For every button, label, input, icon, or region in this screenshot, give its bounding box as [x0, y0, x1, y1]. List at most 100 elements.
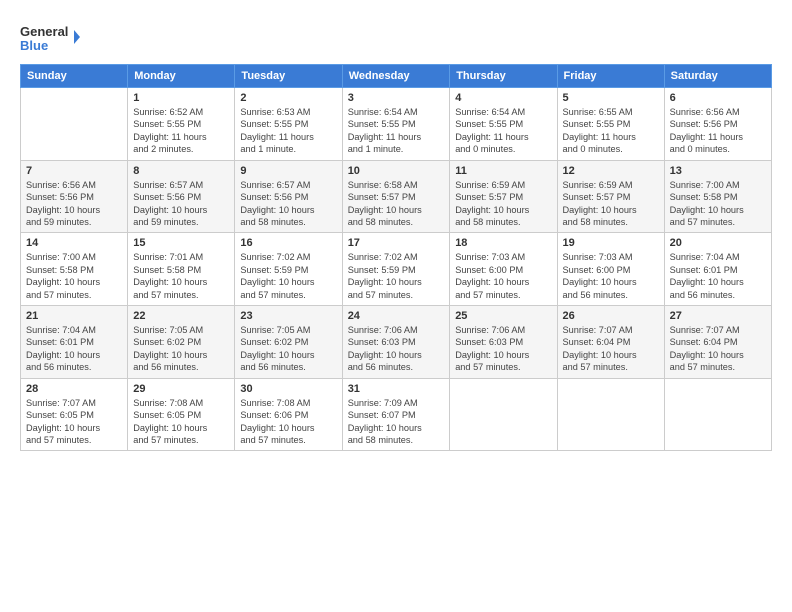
day-info: Sunrise: 7:07 AM Sunset: 6:04 PM Dayligh…	[563, 324, 659, 374]
day-info: Sunrise: 6:57 AM Sunset: 5:56 PM Dayligh…	[133, 179, 229, 229]
calendar-cell: 17 Sunrise: 7:02 AM Sunset: 5:59 PM Dayli…	[342, 233, 450, 306]
day-number: 4	[455, 92, 551, 104]
day-info: Sunrise: 6:54 AM Sunset: 5:55 PM Dayligh…	[348, 106, 445, 156]
page-header: General Blue	[20, 16, 772, 60]
calendar-cell: 14 Sunrise: 7:00 AM Sunset: 5:58 PM Dayli…	[21, 233, 128, 306]
day-info: Sunrise: 7:02 AM Sunset: 5:59 PM Dayligh…	[240, 251, 336, 301]
calendar-cell: 19 Sunrise: 7:03 AM Sunset: 6:00 PM Dayli…	[557, 233, 664, 306]
day-info: Sunrise: 7:02 AM Sunset: 5:59 PM Dayligh…	[348, 251, 445, 301]
day-number: 9	[240, 165, 336, 177]
day-number: 20	[670, 237, 766, 249]
calendar-cell: 7 Sunrise: 6:56 AM Sunset: 5:56 PM Daylig…	[21, 160, 128, 233]
day-number: 27	[670, 310, 766, 322]
day-number: 29	[133, 383, 229, 395]
calendar-cell: 20 Sunrise: 7:04 AM Sunset: 6:01 PM Dayli…	[664, 233, 771, 306]
day-info: Sunrise: 6:59 AM Sunset: 5:57 PM Dayligh…	[455, 179, 551, 229]
day-info: Sunrise: 7:07 AM Sunset: 6:04 PM Dayligh…	[670, 324, 766, 374]
weekday-header: Tuesday	[235, 65, 342, 88]
day-number: 13	[670, 165, 766, 177]
calendar-cell: 8 Sunrise: 6:57 AM Sunset: 5:56 PM Daylig…	[128, 160, 235, 233]
calendar-cell: 13 Sunrise: 7:00 AM Sunset: 5:58 PM Dayli…	[664, 160, 771, 233]
calendar-cell: 22 Sunrise: 7:05 AM Sunset: 6:02 PM Dayli…	[128, 306, 235, 379]
day-number: 15	[133, 237, 229, 249]
calendar-cell: 1 Sunrise: 6:52 AM Sunset: 5:55 PM Daylig…	[128, 88, 235, 161]
calendar-cell: 30 Sunrise: 7:08 AM Sunset: 6:06 PM Dayli…	[235, 378, 342, 451]
day-number: 6	[670, 92, 766, 104]
calendar-cell: 23Sunrise: 7:05 AM Sunset: 6:02 PM Dayli…	[235, 306, 342, 379]
logo: General Blue	[20, 20, 80, 60]
day-info: Sunrise: 6:56 AM Sunset: 5:56 PM Dayligh…	[670, 106, 766, 156]
calendar-cell: 10 Sunrise: 6:58 AM Sunset: 5:57 PM Dayli…	[342, 160, 450, 233]
day-number: 25	[455, 310, 551, 322]
day-number: 22	[133, 310, 229, 322]
svg-text:Blue: Blue	[20, 38, 48, 53]
day-info: Sunrise: 7:00 AM Sunset: 5:58 PM Dayligh…	[670, 179, 766, 229]
day-info: Sunrise: 7:01 AM Sunset: 5:58 PM Dayligh…	[133, 251, 229, 301]
day-info: Sunrise: 7:08 AM Sunset: 6:05 PM Dayligh…	[133, 397, 229, 447]
calendar-cell: 3Sunrise: 6:54 AM Sunset: 5:55 PM Daylig…	[342, 88, 450, 161]
weekday-header: Sunday	[21, 65, 128, 88]
day-info: Sunrise: 7:03 AM Sunset: 6:00 PM Dayligh…	[563, 251, 659, 301]
day-number: 2	[240, 92, 336, 104]
day-number: 7	[26, 165, 122, 177]
day-info: Sunrise: 7:07 AM Sunset: 6:05 PM Dayligh…	[26, 397, 122, 447]
day-info: Sunrise: 7:08 AM Sunset: 6:06 PM Dayligh…	[240, 397, 336, 447]
calendar-cell: 29 Sunrise: 7:08 AM Sunset: 6:05 PM Dayli…	[128, 378, 235, 451]
calendar-cell: 9 Sunrise: 6:57 AM Sunset: 5:56 PM Daylig…	[235, 160, 342, 233]
calendar-cell	[21, 88, 128, 161]
day-info: Sunrise: 6:56 AM Sunset: 5:56 PM Dayligh…	[26, 179, 122, 229]
day-info: Sunrise: 7:05 AM Sunset: 6:02 PM Dayligh…	[240, 324, 336, 374]
calendar-cell: 5 Sunrise: 6:55 AM Sunset: 5:55 PM Daylig…	[557, 88, 664, 161]
day-number: 8	[133, 165, 229, 177]
day-number: 18	[455, 237, 551, 249]
calendar-cell	[557, 378, 664, 451]
calendar-cell: 25 Sunrise: 7:06 AM Sunset: 6:03 PM Dayli…	[450, 306, 557, 379]
day-number: 30	[240, 383, 336, 395]
day-info: Sunrise: 6:55 AM Sunset: 5:55 PM Dayligh…	[563, 106, 659, 156]
weekday-header: Thursday	[450, 65, 557, 88]
day-number: 10	[348, 165, 445, 177]
day-info: Sunrise: 7:09 AM Sunset: 6:07 PM Dayligh…	[348, 397, 445, 447]
weekday-header: Friday	[557, 65, 664, 88]
day-number: 31	[348, 383, 445, 395]
calendar-cell: 15 Sunrise: 7:01 AM Sunset: 5:58 PM Dayli…	[128, 233, 235, 306]
day-info: Sunrise: 7:04 AM Sunset: 6:01 PM Dayligh…	[670, 251, 766, 301]
day-number: 1	[133, 92, 229, 104]
calendar-cell: 4 Sunrise: 6:54 AM Sunset: 5:55 PM Daylig…	[450, 88, 557, 161]
calendar-cell: 12 Sunrise: 6:59 AM Sunset: 5:57 PM Dayli…	[557, 160, 664, 233]
calendar-cell: 21 Sunrise: 7:04 AM Sunset: 6:01 PM Dayli…	[21, 306, 128, 379]
day-info: Sunrise: 7:03 AM Sunset: 6:00 PM Dayligh…	[455, 251, 551, 301]
day-info: Sunrise: 6:54 AM Sunset: 5:55 PM Dayligh…	[455, 106, 551, 156]
day-info: Sunrise: 7:04 AM Sunset: 6:01 PM Dayligh…	[26, 324, 122, 374]
day-info: Sunrise: 7:00 AM Sunset: 5:58 PM Dayligh…	[26, 251, 122, 301]
logo-svg: General Blue	[20, 20, 80, 60]
calendar-cell: 2 Sunrise: 6:53 AM Sunset: 5:55 PM Daylig…	[235, 88, 342, 161]
day-info: Sunrise: 7:06 AM Sunset: 6:03 PM Dayligh…	[455, 324, 551, 374]
day-number: 28	[26, 383, 122, 395]
day-info: Sunrise: 6:58 AM Sunset: 5:57 PM Dayligh…	[348, 179, 445, 229]
day-info: Sunrise: 6:53 AM Sunset: 5:55 PM Dayligh…	[240, 106, 336, 156]
day-info: Sunrise: 7:05 AM Sunset: 6:02 PM Dayligh…	[133, 324, 229, 374]
day-number: 14	[26, 237, 122, 249]
day-number: 12	[563, 165, 659, 177]
calendar-table: SundayMondayTuesdayWednesdayThursdayFrid…	[20, 64, 772, 451]
calendar-cell: 16 Sunrise: 7:02 AM Sunset: 5:59 PM Dayli…	[235, 233, 342, 306]
day-number: 11	[455, 165, 551, 177]
day-info: Sunrise: 6:57 AM Sunset: 5:56 PM Dayligh…	[240, 179, 336, 229]
day-info: Sunrise: 6:52 AM Sunset: 5:55 PM Dayligh…	[133, 106, 229, 156]
weekday-header: Monday	[128, 65, 235, 88]
day-number: 5	[563, 92, 659, 104]
calendar-cell: 6 Sunrise: 6:56 AM Sunset: 5:56 PM Daylig…	[664, 88, 771, 161]
calendar-cell: 31 Sunrise: 7:09 AM Sunset: 6:07 PM Dayli…	[342, 378, 450, 451]
calendar-cell: 26Sunrise: 7:07 AM Sunset: 6:04 PM Dayli…	[557, 306, 664, 379]
day-number: 19	[563, 237, 659, 249]
day-number: 16	[240, 237, 336, 249]
calendar-cell	[664, 378, 771, 451]
day-number: 21	[26, 310, 122, 322]
svg-text:General: General	[20, 24, 68, 39]
calendar-cell: 28 Sunrise: 7:07 AM Sunset: 6:05 PM Dayli…	[21, 378, 128, 451]
calendar-cell	[450, 378, 557, 451]
day-number: 17	[348, 237, 445, 249]
day-number: 24	[348, 310, 445, 322]
day-info: Sunrise: 6:59 AM Sunset: 5:57 PM Dayligh…	[563, 179, 659, 229]
